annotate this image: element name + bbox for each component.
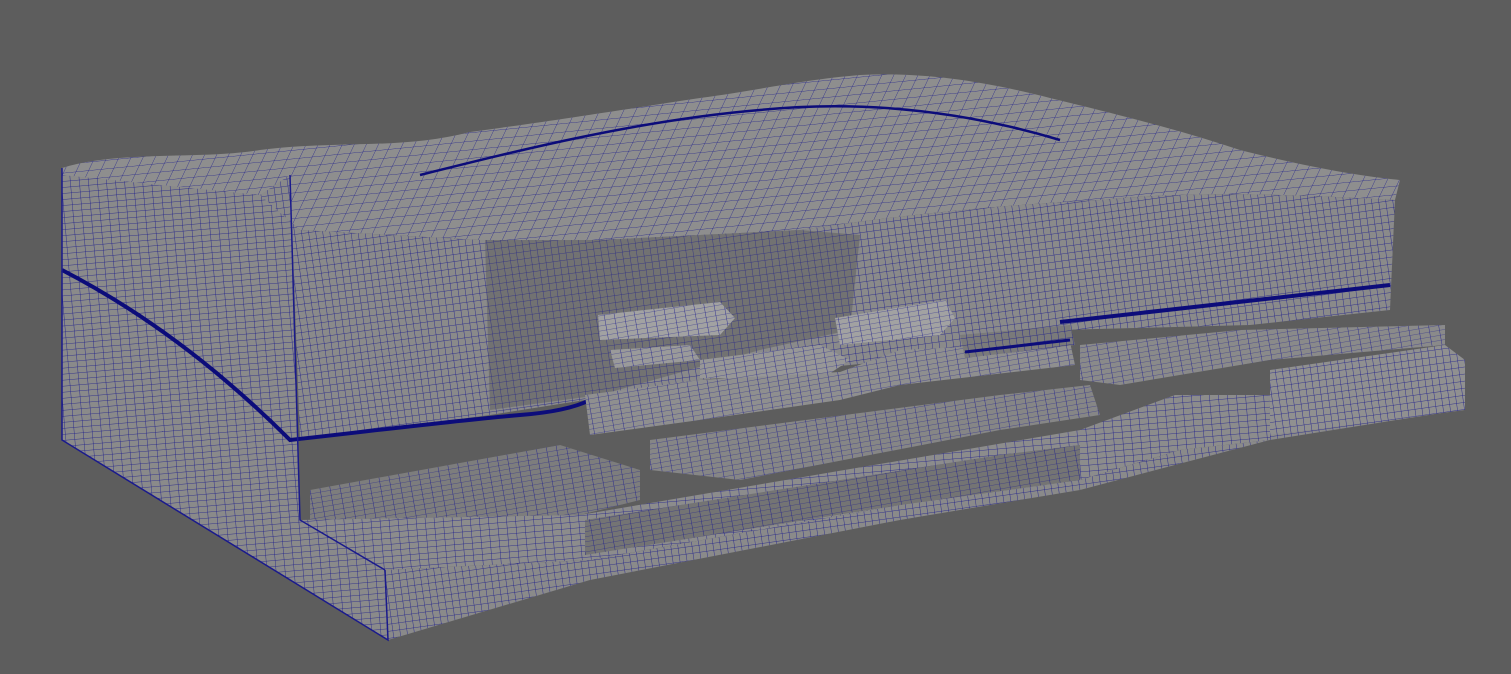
terrain-mesh-scene[interactable] xyxy=(0,0,1511,674)
viewport-3d[interactable] xyxy=(0,0,1511,674)
slab-left-top-grid xyxy=(310,445,640,520)
slab-right-front-grid xyxy=(1270,345,1465,435)
